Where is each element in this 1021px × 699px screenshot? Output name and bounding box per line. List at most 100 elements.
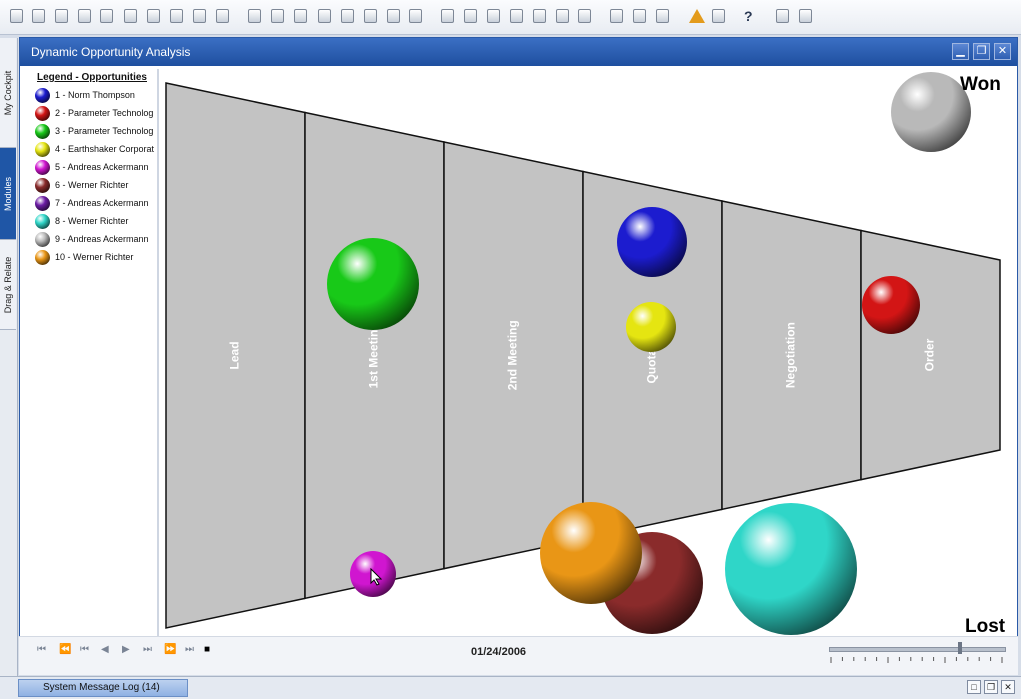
restore-icon: □ <box>971 682 977 692</box>
stage-label: Order <box>923 338 937 371</box>
status-maximize-button[interactable]: ❐ <box>984 680 998 694</box>
legend-color-dot <box>35 232 50 247</box>
opportunity-bubble[interactable] <box>891 72 971 152</box>
legend-label: 8 - Werner Richter <box>55 216 129 226</box>
new-document-icon[interactable] <box>10 9 23 23</box>
first-record-icon[interactable] <box>248 9 261 23</box>
base-document-icon[interactable] <box>533 9 546 23</box>
configure-icon[interactable] <box>776 9 789 23</box>
document-icon[interactable] <box>78 9 91 23</box>
link-icon[interactable] <box>510 9 523 23</box>
legend-label: 10 - Werner Richter <box>55 252 134 262</box>
fax-icon[interactable] <box>100 9 113 23</box>
legend-item[interactable]: 3 - Parameter Technolog <box>35 124 157 140</box>
record-icon[interactable] <box>364 9 377 23</box>
message-log-label: System Message Log (14) <box>43 682 160 693</box>
play-button[interactable]: ▶ <box>122 644 130 655</box>
restore-icon: ❐ <box>976 45 987 57</box>
legend-label: 2 - Parameter Technolog <box>55 108 154 118</box>
copy-icon[interactable] <box>441 9 454 23</box>
rewind-button[interactable]: ⏪ <box>59 644 71 655</box>
opportunity-bubble[interactable] <box>725 503 857 635</box>
status-close-button[interactable]: ✕ <box>1001 680 1015 694</box>
window-titlebar[interactable]: Dynamic Opportunity Analysis ▁ ❐ ✕ <box>20 38 1017 66</box>
legend-label: 4 - Earthshaker Corporat <box>55 144 155 154</box>
legend-item[interactable]: 4 - Earthshaker Corporat <box>35 142 157 158</box>
minimize-button[interactable]: ▁ <box>952 43 969 60</box>
legend-color-dot <box>35 142 50 157</box>
opportunity-bubble[interactable] <box>862 276 920 334</box>
edit-icon[interactable] <box>610 9 623 23</box>
duplicate-icon[interactable] <box>487 9 500 23</box>
alert-icon[interactable] <box>689 9 705 23</box>
mouse-cursor <box>370 568 382 586</box>
first-frame-button[interactable]: ⏮ <box>37 644 46 655</box>
tab-drag-relate[interactable]: Drag & Relate <box>0 240 16 330</box>
legend-title: Legend - Opportunities <box>37 72 147 83</box>
minimize-icon: ▁ <box>956 45 965 57</box>
side-tab-strip: My Cockpit Modules Drag & Relate <box>0 38 18 678</box>
email-icon[interactable] <box>124 9 137 23</box>
legend-label: 5 - Andreas Ackermann <box>55 162 149 172</box>
step-forward-end-button[interactable]: ⏭ <box>143 644 152 655</box>
previous-record-icon[interactable] <box>271 9 284 23</box>
legend-label: 6 - Werner Richter <box>55 180 129 190</box>
legend-label: 9 - Andreas Ackermann <box>55 234 149 244</box>
next-record-icon[interactable] <box>294 9 307 23</box>
tab-modules[interactable]: Modules <box>0 148 16 240</box>
legend-item[interactable]: 8 - Werner Richter <box>35 214 157 230</box>
excel-export-icon[interactable] <box>170 9 183 23</box>
opportunity-bubble[interactable] <box>626 302 676 352</box>
lock-icon[interactable] <box>216 9 229 23</box>
stop-button[interactable]: ■ <box>204 644 210 655</box>
tab-label: Drag & Relate <box>3 256 13 313</box>
opportunity-bubble[interactable] <box>327 238 419 330</box>
timeline-slider[interactable] <box>829 642 1006 667</box>
legend-color-dot <box>35 178 50 193</box>
navigate-icon[interactable] <box>193 9 206 23</box>
word-export-icon[interactable] <box>147 9 160 23</box>
print-icon[interactable] <box>32 9 45 23</box>
find-icon[interactable] <box>341 9 354 23</box>
export-icon[interactable] <box>799 9 812 23</box>
opportunity-bubble[interactable] <box>540 502 642 604</box>
calendar-icon[interactable] <box>712 9 725 23</box>
settings-icon[interactable] <box>578 9 591 23</box>
slider-thumb[interactable] <box>958 642 963 654</box>
tab-my-cockpit[interactable]: My Cockpit <box>0 38 16 148</box>
target-document-icon[interactable] <box>556 9 569 23</box>
last-record-icon[interactable] <box>318 9 331 23</box>
legend-label: 1 - Norm Thompson <box>55 90 135 100</box>
sort-icon[interactable] <box>409 9 422 23</box>
paste-icon[interactable] <box>464 9 477 23</box>
print-preview-icon[interactable] <box>55 9 68 23</box>
forward-button[interactable]: ⏩ <box>164 644 176 655</box>
legend-item[interactable]: 1 - Norm Thompson <box>35 88 157 104</box>
document-edit-icon[interactable] <box>633 9 646 23</box>
restore-button[interactable]: ❐ <box>973 43 990 60</box>
close-icon: ✕ <box>997 45 1008 57</box>
back-button[interactable]: ◀ <box>101 644 109 655</box>
opportunity-bubble[interactable] <box>617 207 687 277</box>
step-back-start-button[interactable]: ⏮ <box>80 644 89 655</box>
status-bar: System Message Log (14) □ ❐ ✕ <box>0 676 1021 699</box>
close-button[interactable]: ✕ <box>994 43 1011 60</box>
slider-ticks <box>830 657 1003 663</box>
preview-icon[interactable] <box>656 9 669 23</box>
legend-item[interactable]: 10 - Werner Richter <box>35 250 157 266</box>
filter-icon[interactable] <box>387 9 400 23</box>
legend-item[interactable]: 6 - Werner Richter <box>35 178 157 194</box>
system-message-log-tab[interactable]: System Message Log (14) <box>18 679 188 697</box>
won-label: Won <box>960 74 1001 95</box>
legend-item[interactable]: 2 - Parameter Technolog <box>35 106 157 122</box>
last-frame-button[interactable]: ⏭ <box>185 644 194 655</box>
stage-label: 1st Meeting <box>367 322 381 388</box>
current-date: 01/24/2006 <box>471 646 527 658</box>
tab-label: My Cockpit <box>3 70 13 115</box>
legend-color-dot <box>35 196 50 211</box>
help-icon[interactable]: ? <box>744 9 754 23</box>
legend-item[interactable]: 5 - Andreas Ackermann <box>35 160 157 176</box>
legend-item[interactable]: 9 - Andreas Ackermann <box>35 232 157 248</box>
legend-item[interactable]: 7 - Andreas Ackermann <box>35 196 157 212</box>
status-restore-button[interactable]: □ <box>967 680 981 694</box>
